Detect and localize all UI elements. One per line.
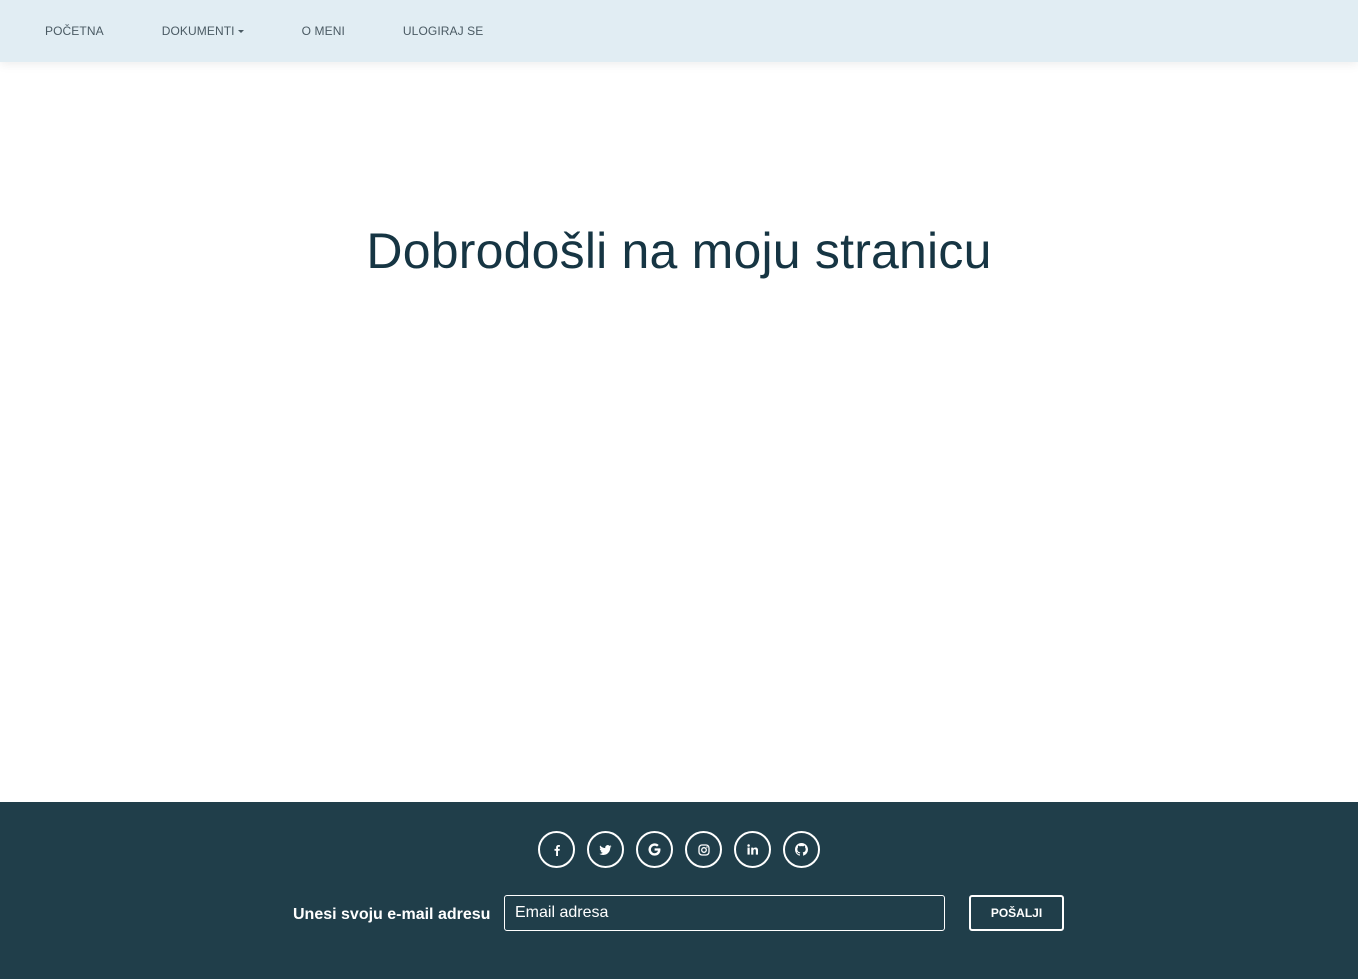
nav-item-label: ULOGIRAJ SE — [402, 24, 484, 38]
instagram-button[interactable] — [685, 831, 722, 868]
nav-item-label: O MENI — [301, 24, 345, 38]
navbar: POČETNA DOKUMENTI O MENI ULOGIRAJ SE — [0, 0, 1358, 62]
github-button[interactable] — [783, 831, 820, 868]
email-field[interactable] — [504, 895, 945, 931]
send-button[interactable]: POŠALJI — [969, 895, 1064, 931]
instagram-icon — [697, 843, 710, 856]
email-label: Unesi svoju e-mail adresu — [293, 906, 491, 923]
nav-item-ulogiraj-se[interactable]: ULOGIRAJ SE — [403, 0, 483, 62]
github-icon — [795, 843, 808, 856]
facebook-icon — [554, 844, 560, 856]
nav-item-dokumenti-dropdown[interactable]: DOKUMENTI — [162, 0, 244, 62]
google-button[interactable] — [636, 831, 673, 868]
nav-item-pocetna[interactable]: POČETNA — [45, 0, 104, 62]
social-links — [538, 831, 832, 868]
nav-item-o-meni[interactable]: O MENI — [302, 0, 345, 62]
google-icon — [648, 843, 661, 856]
caret-down-icon — [237, 29, 244, 33]
nav-item-label: POČETNA — [45, 24, 104, 38]
nav-item-label: DOKUMENTI — [161, 24, 235, 38]
facebook-button[interactable] — [538, 831, 575, 868]
twitter-icon — [599, 844, 612, 855]
page-title: Dobrodošli na moju stranicu — [366, 223, 992, 279]
linkedin-icon — [747, 844, 758, 855]
footer: Unesi svoju e-mail adresu POŠALJI — [0, 802, 1358, 979]
linkedin-button[interactable] — [734, 831, 771, 868]
twitter-button[interactable] — [587, 831, 624, 868]
